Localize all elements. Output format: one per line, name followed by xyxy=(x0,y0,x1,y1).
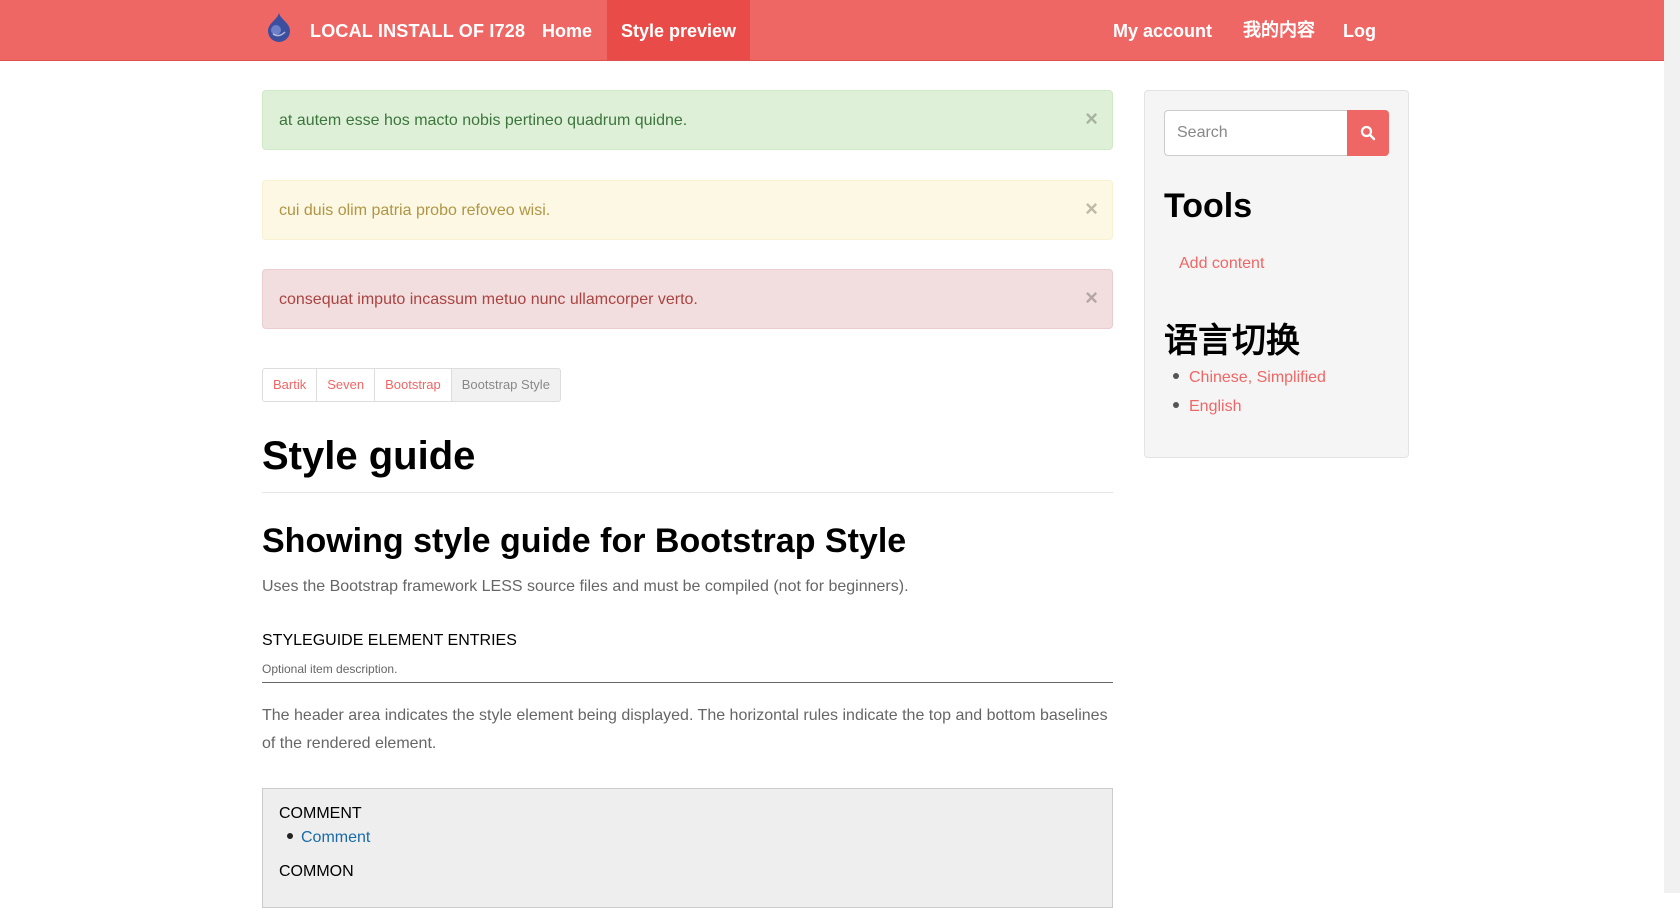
bullet-icon xyxy=(287,832,293,839)
sidebar: Tools Add content 语言切换 Chinese, Simplifi… xyxy=(1144,90,1409,458)
bullet-icon xyxy=(1173,372,1179,379)
language-label[interactable]: English xyxy=(1189,398,1241,415)
site-name-link[interactable]: LOCAL INSTALL OF I728 xyxy=(310,0,525,62)
alert-success: at autem esse hos macto nobis pertineo q… xyxy=(262,90,1113,150)
language-switcher-heading: 语言切换 xyxy=(1164,321,1300,361)
add-content-link[interactable]: Add content xyxy=(1179,255,1264,273)
entries-title: STYLEGUIDE ELEMENT ENTRIES xyxy=(262,632,517,649)
search-input[interactable] xyxy=(1164,110,1347,156)
top-navbar: LOCAL INSTALL OF I728 Home Style preview… xyxy=(0,0,1680,103)
alert-message: consequat imputo incassum metuo nunc ull… xyxy=(279,291,698,308)
drop-logo-icon[interactable] xyxy=(265,12,293,42)
nav-style-preview-link[interactable]: Style preview xyxy=(607,0,750,60)
title-divider xyxy=(262,492,1113,493)
entries-divider xyxy=(262,682,1113,683)
alert-message: cui duis olim patria probo refoveo wisi. xyxy=(279,202,551,219)
toc-heading-comment: COMMENT xyxy=(279,805,362,822)
theme-tabs: Bartik Seven Bootstrap Bootstrap Style xyxy=(262,368,561,402)
search-button[interactable] xyxy=(1347,110,1389,156)
page-subtitle: Showing style guide for Bootstrap Style xyxy=(262,522,907,560)
bullet-icon xyxy=(1173,401,1179,408)
language-label[interactable]: Chinese, Simplified xyxy=(1189,369,1326,386)
toc-item-label[interactable]: Comment xyxy=(301,829,370,846)
theme-tab-bartik[interactable]: Bartik xyxy=(262,368,318,402)
theme-tab-seven[interactable]: Seven xyxy=(316,368,376,402)
language-item-english[interactable]: English xyxy=(1173,398,1241,416)
alert-close-button[interactable]: × xyxy=(1085,270,1098,326)
language-item-chinese[interactable]: Chinese, Simplified xyxy=(1173,369,1326,387)
nav-log-out-link[interactable]: Log out xyxy=(1328,0,1412,103)
search-form xyxy=(1164,110,1389,156)
toc-item-comment[interactable]: Comment xyxy=(287,829,370,847)
alert-warning: cui duis olim patria probo refoveo wisi.… xyxy=(262,180,1113,240)
entries-body-text: The header area indicates the style elem… xyxy=(262,707,1108,752)
page-scrollbar[interactable] xyxy=(1664,0,1680,893)
alert-danger: consequat imputo incassum metuo nunc ull… xyxy=(262,269,1113,329)
navbar-inner: LOCAL INSTALL OF I728 Home Style preview… xyxy=(262,0,1412,103)
nav-my-account-link[interactable]: My account xyxy=(1098,0,1227,60)
theme-tab-bootstrap-style[interactable]: Bootstrap Style xyxy=(450,368,561,402)
toc-heading-common: COMMON xyxy=(279,863,354,880)
search-icon xyxy=(1360,125,1376,141)
entries-subtitle: Optional item description. xyxy=(262,662,398,676)
alert-message: at autem esse hos macto nobis pertineo q… xyxy=(279,112,688,129)
theme-tab-bootstrap[interactable]: Bootstrap xyxy=(374,368,452,402)
page-title: Style guide xyxy=(262,434,476,478)
alert-close-button[interactable]: × xyxy=(1085,181,1098,237)
styleguide-toc: COMMENT Comment COMMON xyxy=(262,788,1113,908)
tools-heading: Tools xyxy=(1164,187,1253,225)
alert-close-button[interactable]: × xyxy=(1085,91,1098,147)
nav-home-link[interactable]: Home xyxy=(527,0,607,60)
theme-description: Uses the Bootstrap framework LESS source… xyxy=(262,578,909,595)
nav-my-content-link[interactable]: 我的内容 xyxy=(1228,0,1330,60)
